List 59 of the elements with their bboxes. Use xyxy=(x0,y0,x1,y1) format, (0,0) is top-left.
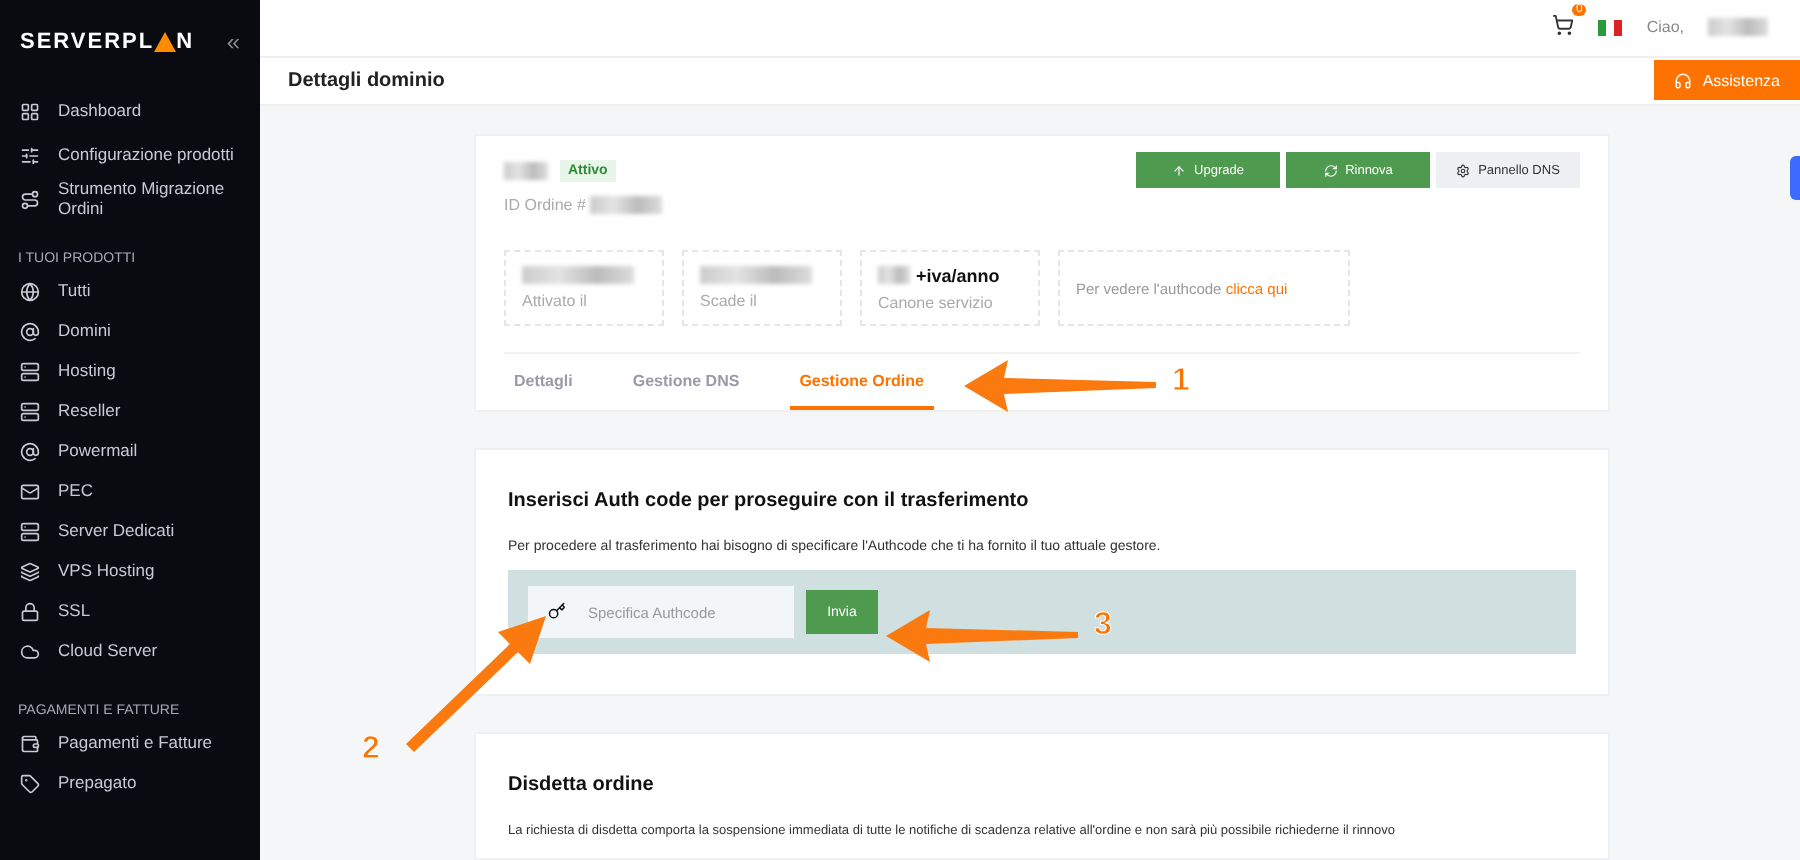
server-icon xyxy=(20,522,40,542)
section-heading: Inserisci Auth code per proseguire con il trasferimento xyxy=(508,490,1031,512)
sidebar-item[interactable]: PEC xyxy=(0,472,260,512)
headset-icon xyxy=(1674,71,1693,90)
redacted-text xyxy=(522,266,634,284)
collapse-button[interactable]: « xyxy=(226,28,240,56)
info-caption: Attivato il xyxy=(522,292,589,310)
at-sign-icon xyxy=(20,442,40,462)
lock-icon xyxy=(20,602,40,622)
sidebar-item[interactable]: Pagamenti e Fatture xyxy=(0,724,260,764)
cloud-icon xyxy=(20,642,40,662)
redacted-text xyxy=(700,266,812,284)
page-title: Dettagli dominio xyxy=(288,69,445,92)
info-caption: Scade il xyxy=(700,292,759,310)
cart-icon[interactable] xyxy=(1552,14,1575,37)
server-icon xyxy=(20,362,40,382)
sidebar-item[interactable]: Dashboard xyxy=(0,92,260,132)
info-caption: Canone servizio xyxy=(878,293,995,311)
price-value: +iva/anno xyxy=(916,265,1000,285)
globe-icon xyxy=(20,282,40,302)
server-icon xyxy=(20,402,40,422)
sidebar-item[interactable]: Powermail xyxy=(0,432,260,472)
redacted-text xyxy=(1708,18,1768,37)
sliders-icon xyxy=(20,146,40,166)
layers-icon xyxy=(20,562,40,582)
logo: SERVERPL N xyxy=(20,30,195,54)
grid-icon xyxy=(20,102,40,122)
greeting: Ciao, xyxy=(1646,18,1684,37)
sidebar-item[interactable]: Configurazione prodotti xyxy=(0,136,260,176)
up-arrow-icon xyxy=(1172,163,1187,177)
refresh-icon xyxy=(1323,163,1338,177)
wallet-icon xyxy=(20,734,40,754)
annotation-arrow xyxy=(406,616,546,752)
logo-triangle-icon xyxy=(154,32,177,52)
route-icon xyxy=(20,190,40,210)
mail-icon xyxy=(20,482,40,502)
order-id-label: ID Ordine # xyxy=(504,196,586,214)
sidebar-item[interactable]: Strumento Migrazione Ordini xyxy=(0,180,260,220)
side-tab[interactable] xyxy=(1790,156,1800,200)
redacted-text xyxy=(504,161,548,179)
sidebar-item[interactable]: Domini xyxy=(0,312,260,352)
sidebar-item[interactable]: VPS Hosting xyxy=(0,552,260,592)
annotation-number: 3 xyxy=(1094,608,1112,644)
annotation-number: 2 xyxy=(362,732,380,768)
redacted-text xyxy=(878,266,910,284)
sidebar-item[interactable]: Hosting xyxy=(0,352,260,392)
sidebar-item[interactable]: Cloud Server xyxy=(0,632,260,672)
sidebar-item[interactable]: Reseller xyxy=(0,392,260,432)
sidebar-item[interactable]: Server Dedicati xyxy=(0,512,260,552)
tag-icon xyxy=(20,774,40,794)
flag-icon[interactable] xyxy=(1598,19,1623,36)
sidebar-item[interactable]: Tutti xyxy=(0,272,260,312)
at-sign-icon xyxy=(20,322,40,342)
section-heading: Disdetta ordine xyxy=(508,774,656,796)
redacted-text xyxy=(589,196,662,214)
sidebar-item[interactable]: SSL xyxy=(0,592,260,632)
key-icon xyxy=(548,602,566,620)
sidebar-item[interactable]: Prepagato xyxy=(0,764,260,804)
gear-icon xyxy=(1456,163,1471,177)
